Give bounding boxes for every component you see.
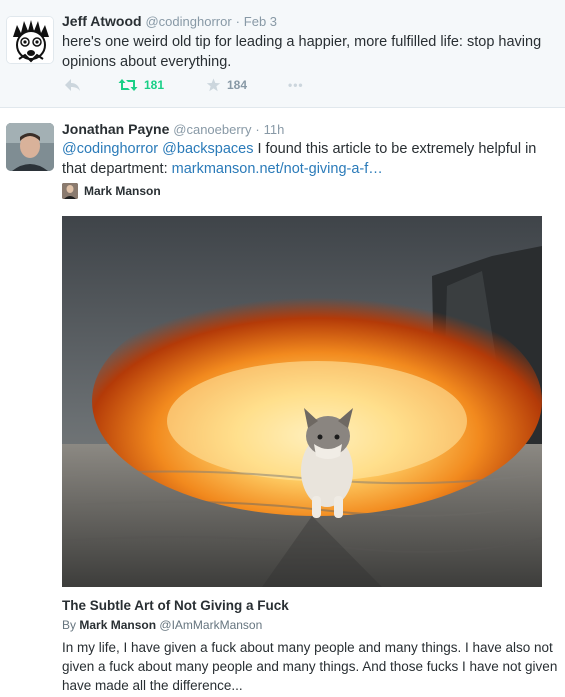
tweet-item[interactable]: Jonathan Payne @canoeberry · 11h @coding… (0, 109, 565, 697)
byline-prefix: By (62, 618, 77, 632)
card-source[interactable]: Mark Manson (62, 182, 161, 200)
avatar[interactable] (6, 123, 54, 171)
card-byline: By Mark Manson @IAmMarkManson (62, 618, 262, 632)
article-link[interactable]: markmanson.net/not-giving-a-f… (172, 161, 383, 177)
card-description: In my life, I have given a fuck about ma… (62, 640, 558, 693)
favorite-count: 184 (227, 78, 248, 92)
separator: · (235, 14, 240, 29)
byline-handle[interactable]: @IAmMarkManson (159, 618, 262, 632)
source-name: Mark Manson (84, 184, 161, 198)
retweet-button[interactable]: 181 (118, 78, 164, 92)
more-icon: ••• (288, 78, 304, 92)
codinghorror-logo (7, 17, 53, 63)
author-handle[interactable]: @codinghorror (145, 14, 231, 29)
tweet-timestamp[interactable]: Feb 3 (244, 14, 277, 29)
card-image[interactable] (62, 216, 542, 587)
mention-link[interactable]: @backspaces (162, 141, 253, 157)
author-name[interactable]: Jeff Atwood (62, 13, 142, 29)
more-button[interactable]: ••• (288, 78, 304, 92)
byline-name[interactable]: Mark Manson (79, 618, 156, 632)
author-handle[interactable]: @canoeberry (173, 122, 251, 137)
tweet-header: Jeff Atwood @codinghorror · Feb 3 (62, 12, 277, 31)
avatar[interactable] (6, 16, 54, 64)
tweet-timestamp[interactable]: 11h (264, 122, 285, 137)
tweet-header: Jonathan Payne @canoeberry · 11h (62, 120, 284, 139)
explosion-cat-image (62, 216, 542, 587)
tweet-actions: 181 184 ••• (62, 78, 362, 98)
separator: · (255, 122, 260, 137)
tweet-item[interactable]: Jeff Atwood @codinghorror · Feb 3 here's… (0, 0, 565, 108)
source-avatar-image (62, 183, 78, 199)
profile-photo (6, 123, 54, 171)
retweet-count: 181 (144, 78, 165, 92)
tweet-text: here's one weird old tip for leading a h… (62, 34, 542, 70)
reply-icon (65, 79, 80, 91)
card-title[interactable]: The Subtle Art of Not Giving a Fuck (62, 598, 289, 613)
retweet-icon (118, 79, 138, 91)
tweet-text: @codinghorror @backspaces I found this a… (62, 139, 558, 179)
favorite-button[interactable]: 184 (206, 78, 247, 92)
source-avatar (62, 183, 78, 199)
author-name[interactable]: Jonathan Payne (62, 121, 169, 137)
reply-button[interactable] (64, 78, 81, 92)
star-icon (206, 78, 221, 92)
mention-link[interactable]: @codinghorror (62, 141, 158, 157)
